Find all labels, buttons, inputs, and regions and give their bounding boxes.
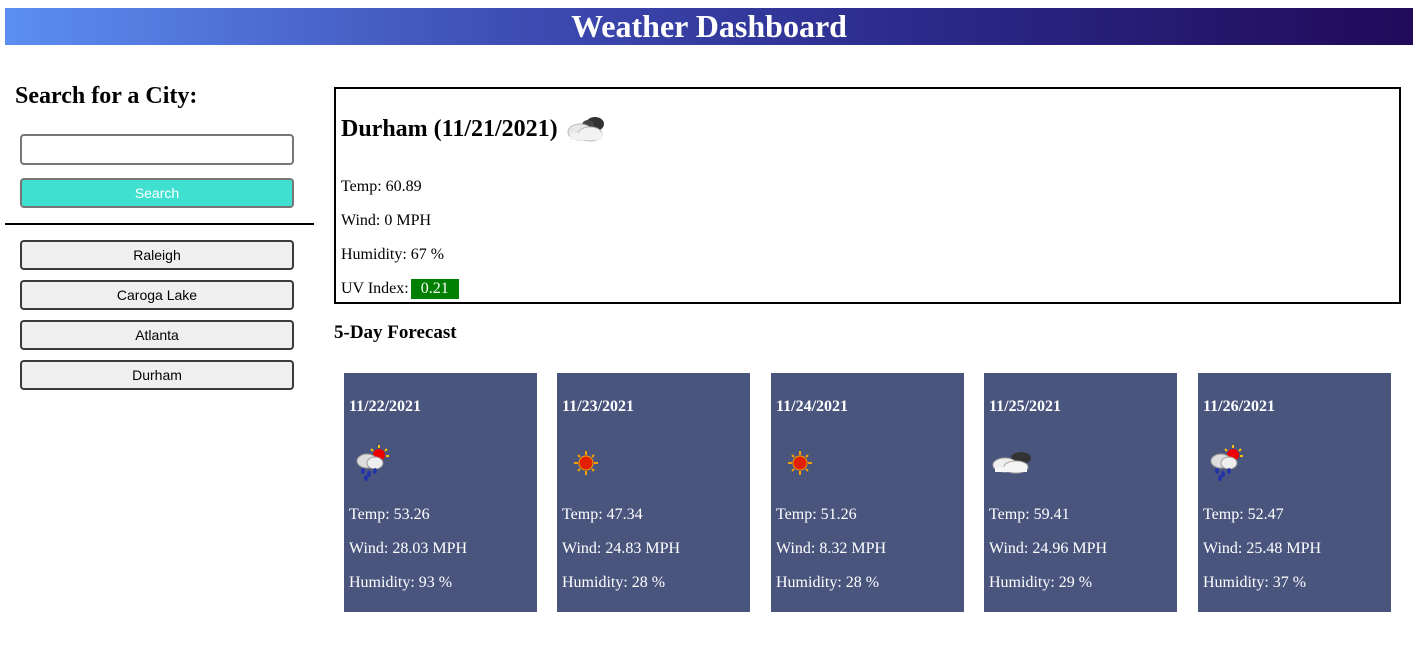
current-weather-title: Durham (11/21/2021) bbox=[341, 113, 608, 145]
forecast-humidity: Humidity: 93 % bbox=[349, 574, 453, 591]
city-search-input[interactable] bbox=[20, 134, 294, 165]
forecast-temp: Temp: 51.26 bbox=[776, 506, 857, 523]
history-button-raleigh[interactable]: Raleigh bbox=[20, 240, 294, 270]
cloud-icon bbox=[989, 443, 1037, 483]
forecast-date: 11/26/2021 bbox=[1203, 398, 1276, 415]
rain-sun-icon bbox=[1203, 443, 1251, 483]
forecast-title: 5-Day Forecast bbox=[334, 322, 457, 343]
sidebar-divider bbox=[5, 223, 314, 225]
sun-icon bbox=[776, 443, 824, 483]
forecast-temp: Temp: 59.41 bbox=[989, 506, 1070, 523]
current-temp: Temp: 60.89 bbox=[341, 178, 422, 195]
history-button-caroga-lake[interactable]: Caroga Lake bbox=[20, 280, 294, 310]
forecast-card: 11/26/2021 Temp: 52.47 Wind: 25.48 MPH H… bbox=[1198, 373, 1391, 612]
current-wind: Wind: 0 MPH bbox=[341, 212, 432, 229]
history-button-durham[interactable]: Durham bbox=[20, 360, 294, 390]
forecast-humidity: Humidity: 28 % bbox=[776, 574, 880, 591]
current-weather-panel: Durham (11/21/2021) Temp: 60.89 Wind: 0 … bbox=[334, 87, 1401, 304]
forecast-wind: Wind: 28.03 MPH bbox=[349, 540, 468, 557]
uv-index-badge: 0.21 bbox=[410, 279, 459, 299]
forecast-temp: Temp: 53.26 bbox=[349, 506, 430, 523]
forecast-temp: Temp: 52.47 bbox=[1203, 506, 1284, 523]
forecast-card: 11/25/2021 Temp: 59.41 Wind: 24.96 MPH H… bbox=[984, 373, 1177, 612]
rain-sun-icon bbox=[349, 443, 397, 483]
current-humidity: Humidity: 67 % bbox=[341, 246, 445, 263]
search-history: Raleigh Caroga Lake Atlanta Durham bbox=[20, 240, 294, 400]
forecast-wind: Wind: 25.48 MPH bbox=[1203, 540, 1322, 557]
search-title: Search for a City: bbox=[15, 83, 198, 109]
forecast-wind: Wind: 24.83 MPH bbox=[562, 540, 681, 557]
uv-index-label: UV Index: bbox=[341, 280, 409, 297]
page-title: Weather Dashboard bbox=[571, 8, 847, 44]
forecast-card: 11/24/2021 Temp: 51.26 Wind: 8.32 MPH Hu… bbox=[771, 373, 964, 612]
sun-icon bbox=[562, 443, 610, 483]
forecast-humidity: Humidity: 29 % bbox=[989, 574, 1093, 591]
forecast-card: 11/23/2021 Temp: 47.34 Wind: 24.83 MPH H… bbox=[557, 373, 750, 612]
cloud-icon bbox=[564, 113, 608, 145]
forecast-date: 11/24/2021 bbox=[776, 398, 849, 415]
forecast-wind: Wind: 8.32 MPH bbox=[776, 540, 887, 557]
forecast-date: 11/25/2021 bbox=[989, 398, 1062, 415]
forecast-date: 11/22/2021 bbox=[349, 398, 422, 415]
history-button-atlanta[interactable]: Atlanta bbox=[20, 320, 294, 350]
forecast-humidity: Humidity: 37 % bbox=[1203, 574, 1307, 591]
current-uv-row: UV Index: 0.21 bbox=[341, 279, 459, 299]
page-header: Weather Dashboard bbox=[5, 8, 1413, 45]
forecast-card: 11/22/2021 Temp: 53.26 Wind: 28.03 MPH H… bbox=[344, 373, 537, 612]
forecast-date: 11/23/2021 bbox=[562, 398, 635, 415]
forecast-wind: Wind: 24.96 MPH bbox=[989, 540, 1108, 557]
forecast-humidity: Humidity: 28 % bbox=[562, 574, 666, 591]
forecast-temp: Temp: 47.34 bbox=[562, 506, 643, 523]
current-city-date: Durham (11/21/2021) bbox=[341, 116, 558, 142]
search-button[interactable]: Search bbox=[20, 178, 294, 208]
